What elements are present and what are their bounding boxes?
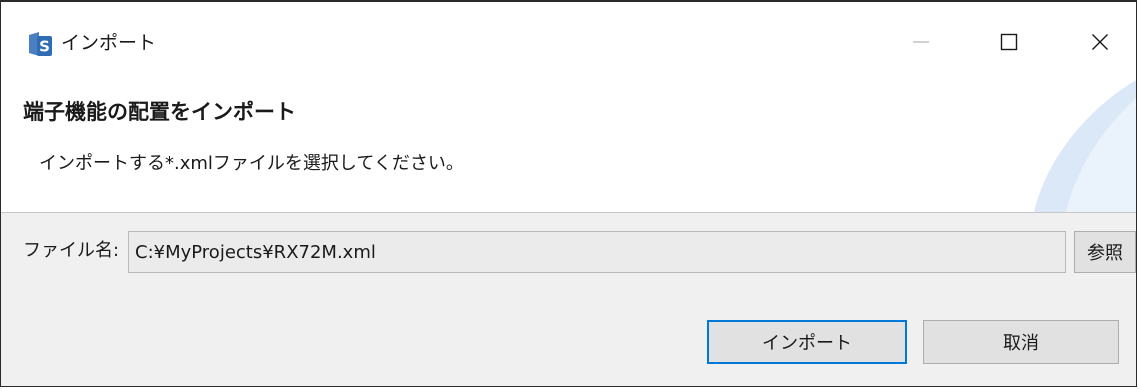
header-description: インポートする*.xmlファイルを選択してください。 [39,153,464,174]
svg-text:S: S [39,38,50,56]
title-bar: S インポート [1,2,1136,80]
maximize-icon [999,32,1019,56]
window-title: インポート [61,32,157,54]
file-name-input[interactable] [128,231,1066,273]
import-button[interactable]: インポート [707,320,907,364]
cancel-button[interactable]: 取消 [923,320,1119,364]
browse-button[interactable]: 参照 [1074,231,1136,273]
maximize-button[interactable] [989,24,1029,64]
file-name-label: ファイル名: [23,240,120,261]
minimize-icon [911,32,931,56]
header-title: 端子機能の配置をインポート [23,100,296,124]
import-dialog: S インポート 端子機能の配置をインポート インポートする*.xmlファイルを選… [0,0,1137,387]
header-banner-graphic [1034,80,1136,212]
minimize-button[interactable] [901,24,941,64]
dialog-header: 端子機能の配置をインポート インポートする*.xmlファイルを選択してください。 [1,80,1136,213]
close-button[interactable] [1080,24,1120,64]
renesas-s-icon: S [27,31,53,57]
close-icon [1090,32,1110,56]
